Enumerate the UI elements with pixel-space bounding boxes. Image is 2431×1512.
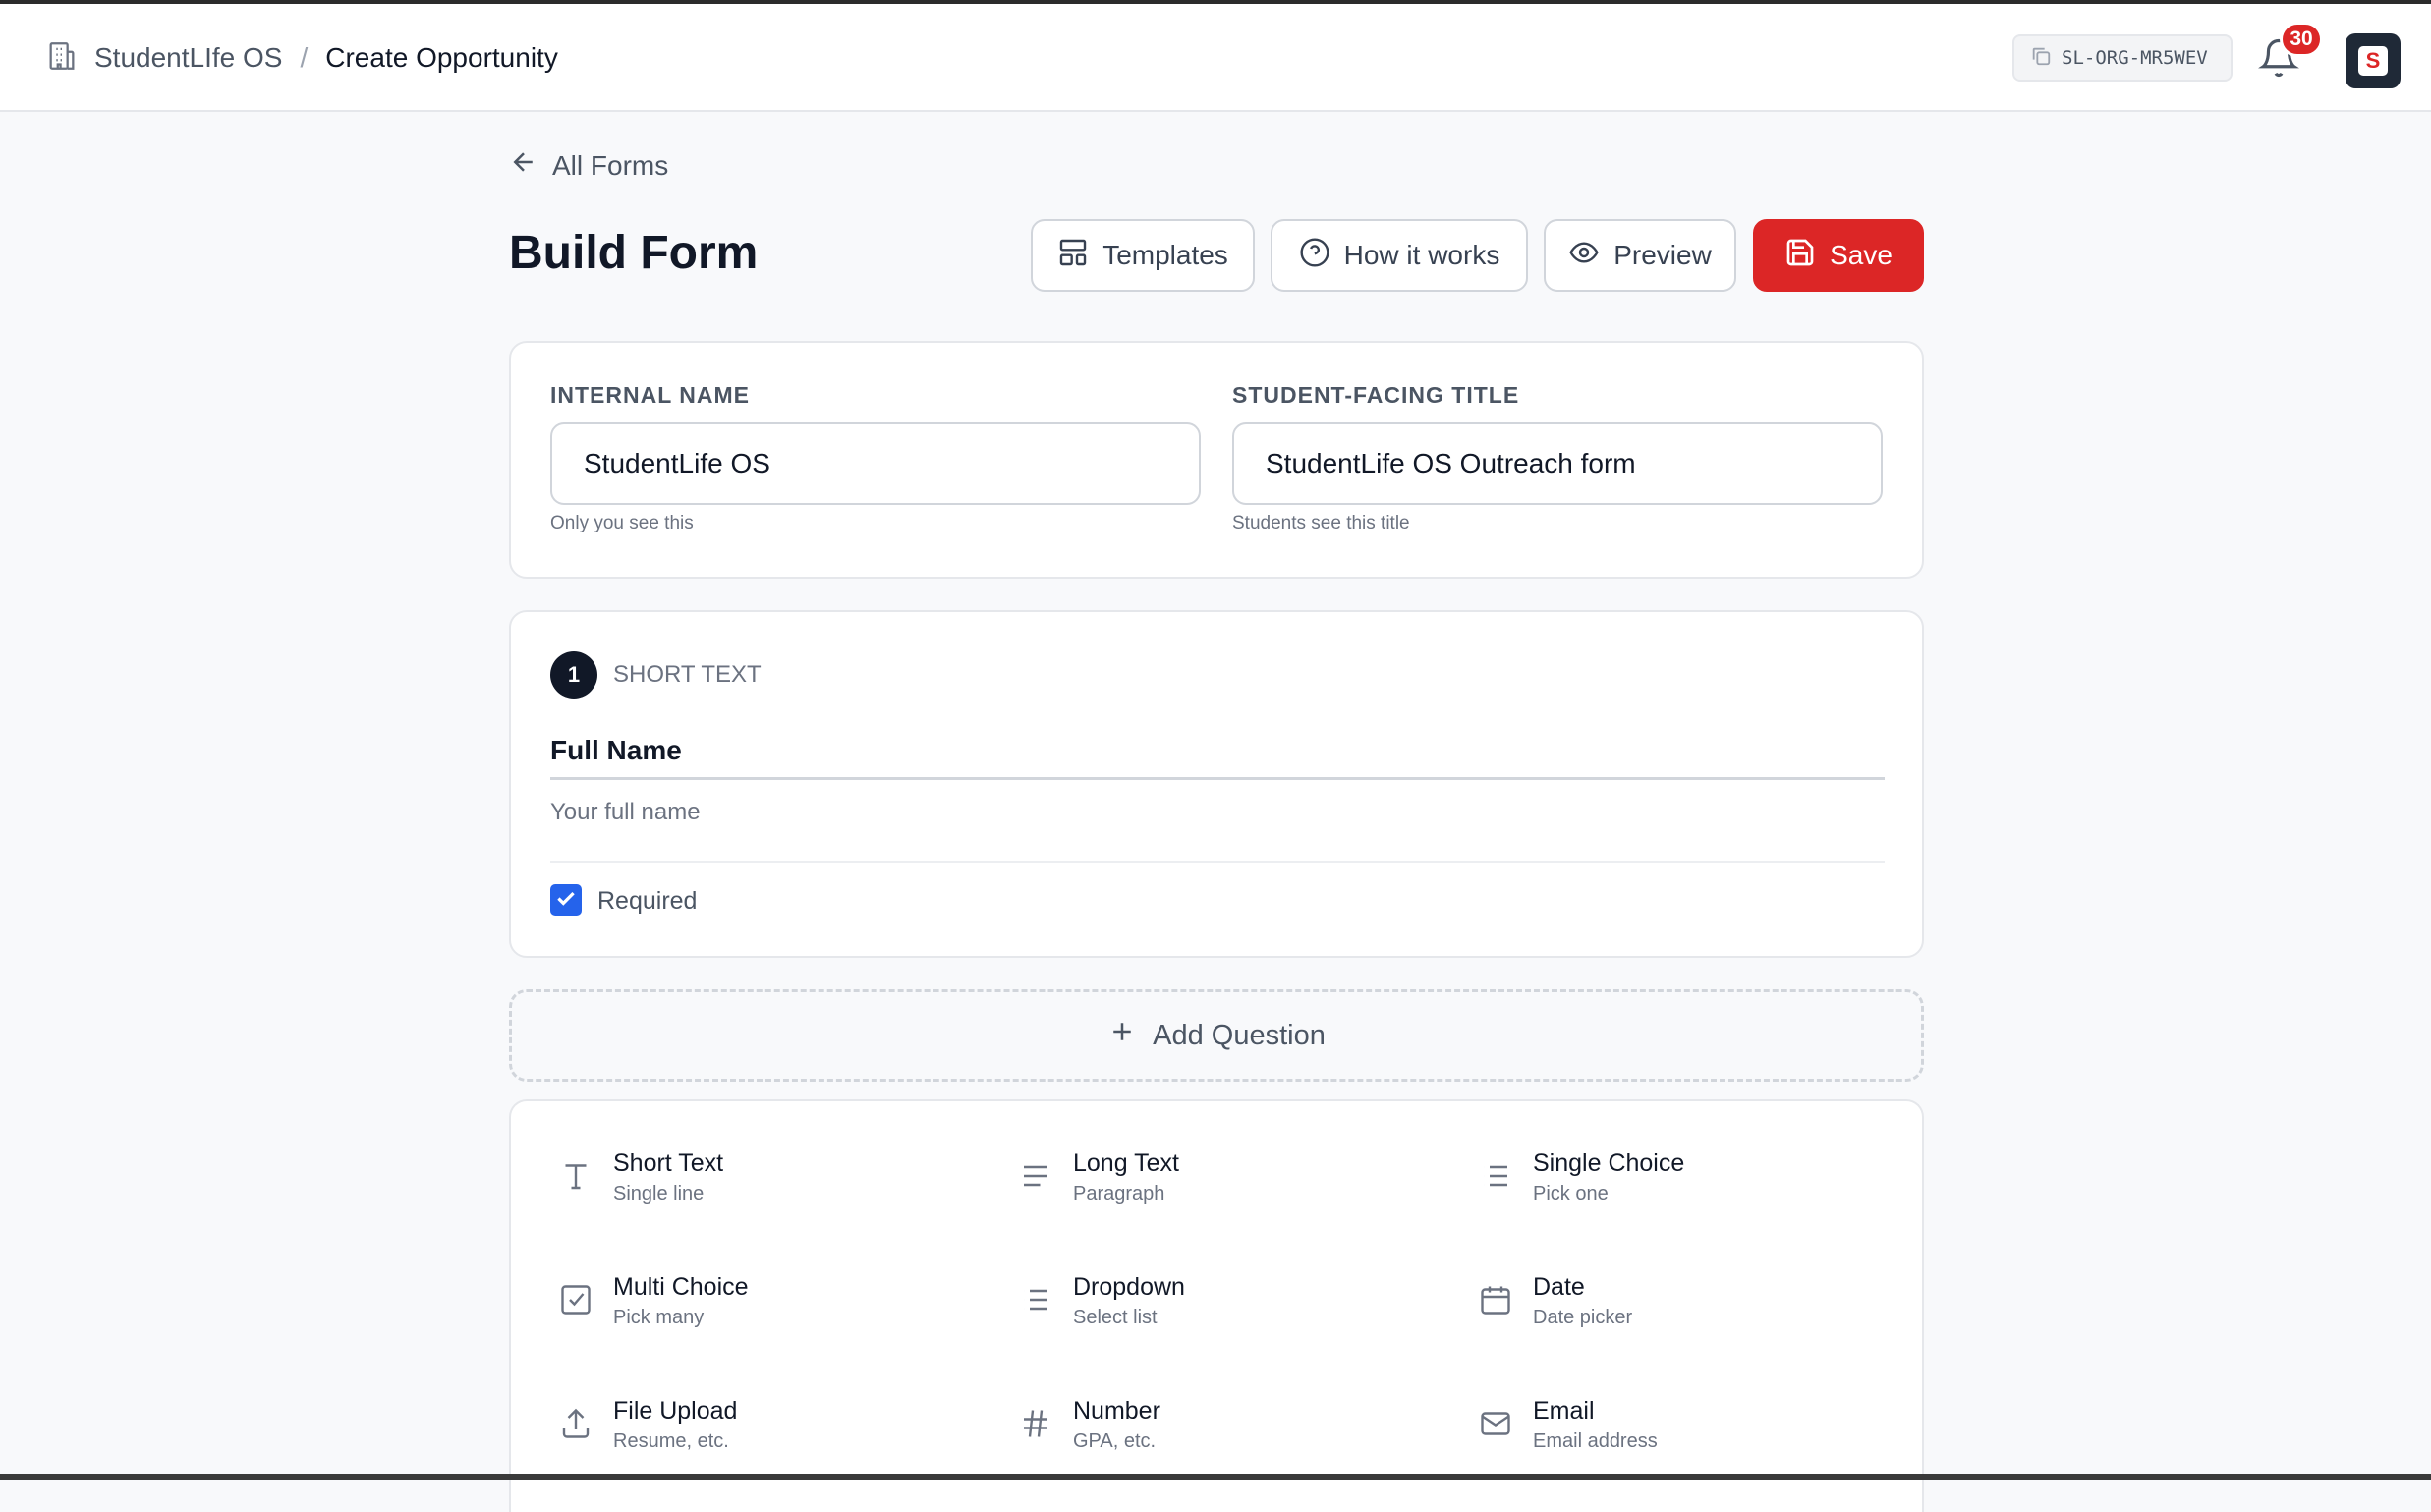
hash-icon xyxy=(1018,1406,1053,1441)
top-bar: StudentLIfe OS / Create Opportunity SL-O… xyxy=(0,4,2431,112)
type-sub: Pick one xyxy=(1533,1183,1609,1204)
breadcrumb-org[interactable]: StudentLIfe OS xyxy=(94,42,282,74)
breadcrumb: StudentLIfe OS / Create Opportunity xyxy=(45,4,558,112)
org-code-copy-button[interactable]: SL-ORG-MR5WEV xyxy=(2012,34,2233,82)
breadcrumb-current-page: Create Opportunity xyxy=(325,42,558,73)
question-type-single-choice[interactable]: Single Choice Pick one xyxy=(1478,1147,1684,1207)
type-sub: Single line xyxy=(613,1183,705,1204)
type-sub: Select list xyxy=(1073,1307,1158,1328)
back-link-label: All Forms xyxy=(552,149,669,181)
question-type-number[interactable]: Number GPA, etc. xyxy=(1018,1394,1160,1455)
avatar-letter: S xyxy=(2365,48,2381,73)
save-button[interactable]: Save xyxy=(1753,219,1924,292)
text-icon xyxy=(558,1158,594,1194)
checkbox-icon xyxy=(558,1282,594,1317)
student-facing-title-label: STUDENT-FACING TITLE xyxy=(1232,382,1520,408)
preview-button[interactable]: Preview xyxy=(1544,219,1736,292)
question-type-long-text[interactable]: Long Text Paragraph xyxy=(1018,1147,1179,1207)
internal-name-input[interactable]: StudentLife OS xyxy=(550,422,1201,505)
copy-icon xyxy=(2030,45,2062,72)
question-type-multi-choice[interactable]: Multi Choice Pick many xyxy=(558,1270,749,1331)
check-icon xyxy=(553,885,579,916)
question-type-date[interactable]: Date Date picker xyxy=(1478,1270,1632,1331)
type-sub: Resume, etc. xyxy=(613,1430,729,1452)
window-bottom-border xyxy=(0,1474,2431,1480)
bell-icon xyxy=(2258,39,2299,83)
plus-icon xyxy=(1107,1017,1153,1054)
arrow-left-icon xyxy=(509,147,552,184)
preview-label: Preview xyxy=(1613,240,1712,270)
type-label: Number xyxy=(1073,1397,1160,1425)
add-question-label: Add Question xyxy=(1153,1019,1326,1051)
question-type-file-upload[interactable]: File Upload Resume, etc. xyxy=(558,1394,737,1455)
page-title: Build Form xyxy=(509,227,759,279)
back-to-all-forms-link[interactable]: All Forms xyxy=(509,147,668,184)
templates-button[interactable]: Templates xyxy=(1031,219,1255,292)
eye-icon xyxy=(1568,237,1613,275)
type-sub: Date picker xyxy=(1533,1307,1633,1328)
type-sub: GPA, etc. xyxy=(1073,1430,1157,1452)
type-label: Long Text xyxy=(1073,1149,1179,1177)
student-facing-title-hint: Students see this title xyxy=(1232,513,1410,533)
type-sub: Pick many xyxy=(613,1307,705,1328)
help-circle-icon xyxy=(1299,237,1344,275)
required-checkbox[interactable] xyxy=(550,884,582,916)
list-icon xyxy=(1478,1158,1513,1194)
type-label: Email xyxy=(1533,1397,1595,1425)
layout-template-icon xyxy=(1057,237,1102,275)
type-sub: Email address xyxy=(1533,1430,1658,1452)
save-label: Save xyxy=(1830,240,1893,270)
question-type-label: SHORT TEXT xyxy=(613,661,762,688)
avatar[interactable]: S xyxy=(2346,33,2401,88)
type-label: Date xyxy=(1533,1273,1585,1301)
question-type-email[interactable]: Email Email address xyxy=(1478,1394,1658,1455)
required-label[interactable]: Required xyxy=(597,887,697,916)
question-label-underline xyxy=(550,777,1885,780)
question-type-short-text[interactable]: Short Text Single line xyxy=(558,1147,723,1207)
building-icon xyxy=(45,39,79,78)
list-icon xyxy=(1018,1282,1053,1317)
student-facing-title-input[interactable]: StudentLife OS Outreach form xyxy=(1232,422,1883,505)
question-label-input[interactable]: Full Name xyxy=(550,735,682,766)
paragraph-icon xyxy=(1018,1158,1053,1194)
templates-label: Templates xyxy=(1102,240,1228,270)
mail-icon xyxy=(1478,1406,1513,1441)
breadcrumb-separator: / xyxy=(300,42,309,73)
add-question-button[interactable]: Add Question xyxy=(509,989,1924,1082)
type-sub: Paragraph xyxy=(1073,1183,1165,1204)
type-label: Dropdown xyxy=(1073,1273,1185,1301)
form-names-card: INTERNAL NAME StudentLife OS Only you se… xyxy=(509,341,1924,579)
calendar-icon xyxy=(1478,1282,1513,1317)
type-label: Single Choice xyxy=(1533,1149,1685,1177)
internal-name-hint: Only you see this xyxy=(550,513,694,533)
how-it-works-label: How it works xyxy=(1343,240,1500,270)
type-label: Short Text xyxy=(613,1149,724,1177)
save-icon xyxy=(1784,237,1830,275)
divider xyxy=(550,861,1885,863)
upload-icon xyxy=(558,1406,594,1441)
question-type-picker: Short Text Single line Long Text Paragraph… xyxy=(509,1099,1924,1512)
question-number: 1 xyxy=(550,651,597,699)
notification-badge: 30 xyxy=(2280,22,2323,57)
question-type-dropdown[interactable]: Dropdown Select list xyxy=(1018,1270,1185,1331)
org-code: SL-ORG-MR5WEV xyxy=(2062,47,2208,69)
question-card[interactable]: 1 SHORT TEXT Full Name Your full name Re… xyxy=(509,610,1924,958)
how-it-works-button[interactable]: How it works xyxy=(1271,219,1528,292)
avatar-logo: S xyxy=(2358,46,2388,76)
question-placeholder-input[interactable]: Your full name xyxy=(550,799,701,826)
internal-name-label: INTERNAL NAME xyxy=(550,382,750,408)
type-label: Multi Choice xyxy=(613,1273,749,1301)
type-label: File Upload xyxy=(613,1397,738,1425)
